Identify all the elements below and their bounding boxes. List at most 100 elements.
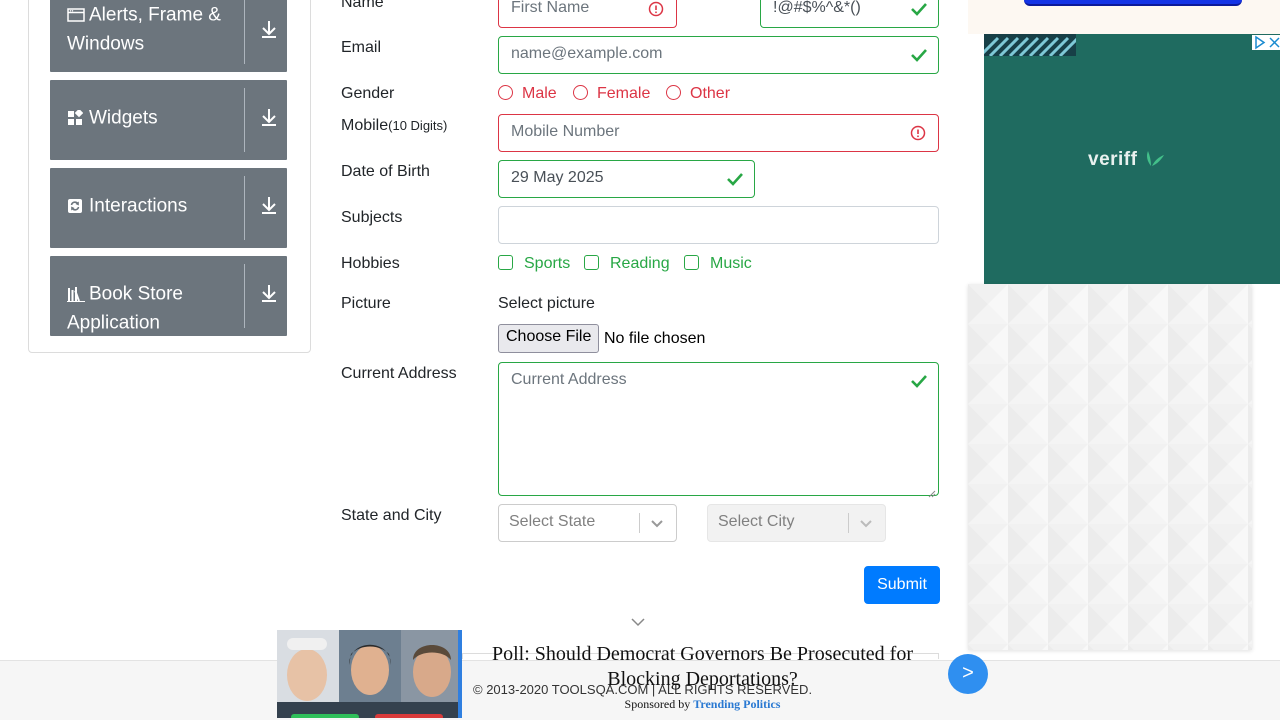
sponsored-by-text: Sponsored by: [624, 697, 691, 711]
name-label: Name: [341, 0, 384, 11]
email-label: Email: [341, 39, 382, 56]
first-name-input[interactable]: First Name: [498, 0, 677, 28]
checkbox-box[interactable]: [584, 255, 599, 270]
check-icon: [910, 373, 928, 389]
veriff-logo-text: veriff: [1088, 149, 1138, 170]
hobby-checkbox-reading[interactable]: Reading: [584, 255, 670, 273]
veriff-ad[interactable]: veriff: [984, 34, 1280, 284]
collapse-chevron-icon[interactable]: [630, 614, 646, 627]
divider: [244, 264, 245, 328]
submit-button[interactable]: Submit: [864, 566, 940, 604]
checkbox-label[interactable]: Music: [710, 255, 752, 272]
radio-circle[interactable]: [498, 85, 513, 100]
sidebar-group-title: Book Store Application: [67, 279, 247, 338]
sidebar-group-label: Alerts, Frame & Windows: [67, 4, 221, 55]
checkbox-label[interactable]: Sports: [524, 255, 570, 272]
download-arrow-icon[interactable]: [259, 106, 279, 128]
gender-radio-male[interactable]: Male: [498, 85, 557, 103]
chevron-down-icon[interactable]: [859, 517, 873, 529]
radio-circle[interactable]: [666, 85, 681, 100]
download-arrow-icon[interactable]: [259, 282, 279, 304]
ad-next-button[interactable]: >: [948, 654, 988, 694]
select-separator: [848, 513, 849, 533]
email-placeholder: name@example.com: [511, 45, 663, 62]
ad-button[interactable]: [1024, 0, 1242, 6]
picture-label: Picture: [341, 295, 391, 312]
top-ad-banner[interactable]: [968, 0, 1280, 34]
radio-label[interactable]: Female: [597, 85, 650, 102]
sidebar-group-title: Alerts, Frame & Windows: [67, 0, 247, 59]
sidebar-group-alerts[interactable]: Alerts, Frame & Windows: [50, 0, 287, 72]
checkbox-box[interactable]: [498, 255, 513, 270]
download-arrow-icon[interactable]: [259, 194, 279, 216]
city-select[interactable]: Select City: [707, 504, 886, 542]
no-file-text: No file chosen: [604, 330, 706, 347]
state-placeholder: Select State: [509, 513, 596, 530]
check-icon: [910, 47, 928, 63]
subjects-input[interactable]: [498, 206, 939, 244]
sidebar-group-label: Widgets: [89, 107, 158, 129]
hobbies-label: Hobbies: [341, 255, 400, 272]
checkbox-box[interactable]: [684, 255, 699, 270]
gender-radio-female[interactable]: Female: [573, 85, 650, 103]
mobile-placeholder: Mobile Number: [511, 123, 620, 140]
radio-label[interactable]: Male: [522, 85, 557, 102]
adchoices-icon[interactable]: [1252, 35, 1267, 50]
city-placeholder: Select City: [718, 513, 795, 530]
address-placeholder: Current Address: [511, 371, 627, 388]
email-input[interactable]: name@example.com: [498, 36, 939, 74]
ad-sponsor: Sponsored by Trending Politics: [480, 697, 925, 712]
error-icon: [910, 125, 928, 141]
sidebar-group-widgets[interactable]: Widgets: [50, 80, 287, 160]
divider: [244, 176, 245, 240]
choose-file-button[interactable]: Choose File: [498, 324, 600, 353]
mobile-hint: (10 Digits): [388, 118, 448, 133]
leaf-icon: [1147, 151, 1165, 166]
check-icon: [726, 171, 744, 187]
interactions-icon: [67, 198, 85, 214]
veriff-logo: veriff: [1088, 149, 1165, 171]
first-name-placeholder: First Name: [511, 0, 590, 16]
state-city-label: State and City: [341, 507, 442, 524]
sidebar-group-title: Widgets: [67, 103, 247, 132]
mobile-input[interactable]: Mobile Number: [498, 114, 939, 152]
radio-circle[interactable]: [573, 85, 588, 100]
state-select[interactable]: Select State: [498, 504, 677, 542]
chevron-down-icon[interactable]: [650, 517, 664, 529]
mobile-label: Mobile(10 Digits): [341, 117, 447, 135]
gender-radio-other[interactable]: Other: [666, 85, 730, 103]
ad-headline[interactable]: Poll: Should Democrat Governors Be Prose…: [480, 642, 925, 692]
dob-input[interactable]: 29 May 2025: [498, 160, 755, 198]
close-icon[interactable]: [1267, 35, 1280, 50]
address-textarea[interactable]: Current Address: [498, 362, 939, 498]
resize-handle-icon[interactable]: [928, 485, 936, 498]
gender-label: Gender: [341, 85, 395, 102]
sidebar-group-label: Interactions: [89, 195, 188, 217]
divider: [244, 0, 245, 64]
error-icon: [648, 1, 666, 17]
sidebar-group-book-store[interactable]: Book Store Application: [50, 256, 287, 336]
dob-value: 29 May 2025: [511, 169, 604, 186]
sidebar-group-title: Interactions: [67, 191, 247, 220]
pattern-ad[interactable]: [968, 284, 1252, 650]
book-store-icon: [67, 286, 85, 302]
last-name-value: !@#$%^&*(): [773, 0, 861, 16]
divider: [244, 88, 245, 152]
mobile-label-text: Mobile: [341, 117, 389, 134]
hobby-checkbox-music[interactable]: Music: [684, 255, 752, 273]
last-name-input[interactable]: !@#$%^&*(): [760, 0, 939, 28]
address-label: Current Address: [341, 365, 457, 382]
hobby-checkbox-sports[interactable]: Sports: [498, 255, 570, 273]
sidebar-group-interactions[interactable]: Interactions: [50, 168, 287, 248]
ad-photo[interactable]: [277, 630, 462, 720]
picture-caption: Select picture: [498, 295, 595, 312]
ad-stripe-graphic: [984, 34, 1076, 56]
dob-label: Date of Birth: [341, 163, 430, 180]
check-icon: [910, 1, 928, 17]
checkbox-label[interactable]: Reading: [610, 255, 670, 272]
download-arrow-icon[interactable]: [259, 18, 279, 40]
sponsor-link[interactable]: Trending Politics: [693, 697, 780, 711]
triangle-pattern-graphic: [968, 284, 1252, 650]
radio-label[interactable]: Other: [690, 85, 730, 102]
widgets-icon: [67, 109, 85, 126]
